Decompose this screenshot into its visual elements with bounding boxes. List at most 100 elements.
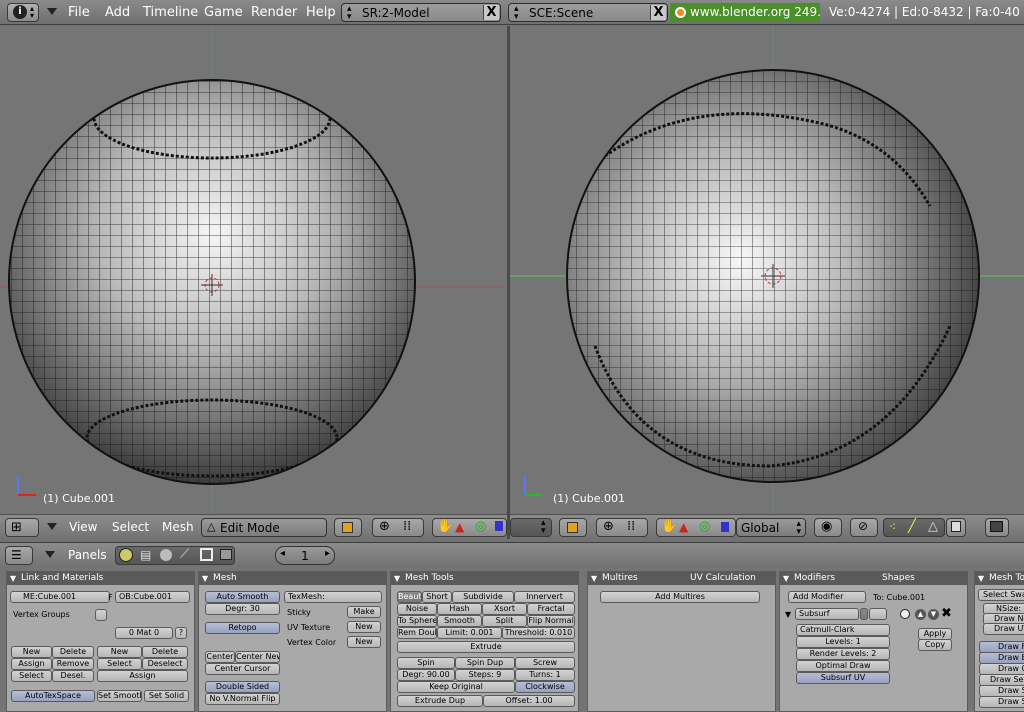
move-up-icon[interactable]: ▲ [915,609,926,620]
extrude-button[interactable]: Extrude [397,641,575,653]
modifier-cage-icon[interactable] [900,609,910,619]
vgroup-new-button[interactable]: New [11,646,52,658]
spin-button[interactable]: Spin [397,657,455,669]
collapse-triangle-icon[interactable]: ▼ [785,610,791,619]
3d-viewport-right[interactable]: (1) Cube.001 [510,26,1024,514]
material-select-button[interactable]: Select [97,658,142,670]
mode-dropdown[interactable]: △ Edit Mode [201,518,327,537]
3d-viewport-left[interactable]: (1) Cube.001 [0,26,507,514]
extrude-dup-button[interactable]: Extrude Dup [397,695,483,707]
innervert-button[interactable]: Innervert [514,591,575,603]
move-down-icon[interactable]: ▼ [928,609,939,620]
turns-field[interactable]: Turns: 1 [515,669,575,681]
menu-select[interactable]: Select [112,520,149,534]
material-new-button[interactable]: New [97,646,142,658]
vertex-color-new-button[interactable]: New [347,636,381,648]
screen-selector[interactable]: ▴ ▾ SR:2-Model X [341,3,501,22]
material-help-button[interactable]: ? [175,627,187,639]
noise-button[interactable]: Noise [397,603,437,615]
frame-counter[interactable]: ◂ 1 ▸ [275,546,335,565]
vgroup-assign-button[interactable]: Assign [11,658,52,670]
add-modifier-dropdown[interactable]: Add Modifier [788,591,866,603]
smooth-button[interactable]: Smooth [437,615,482,627]
manipulator-buttons[interactable]: ✋ ▲ ◎ [656,518,736,537]
collapse-menu-icon[interactable] [45,551,55,558]
panel-header[interactable]: ▼ Mesh [199,572,386,585]
mesh-name-field[interactable]: ME:Cube.001 [10,591,110,603]
set-smooth-button[interactable]: Set Smooth [97,690,142,702]
render-levels-field[interactable]: Render Levels: 2 [796,648,890,660]
center-cursor-button[interactable]: Center Cursor [205,663,280,675]
vgroup-deselect-button[interactable]: Desel. [52,670,94,682]
threshold-field[interactable]: Threshold: 0.010 [502,627,575,639]
center-button[interactable]: Center [205,651,235,663]
viewport-canvas[interactable] [510,26,1024,514]
vgroup-delete-button[interactable]: Delete [52,646,94,658]
modifier-visibility-toggles[interactable] [869,608,887,620]
sphere-mesh[interactable] [0,66,507,506]
sticky-make-button[interactable]: Make [347,606,381,618]
object-name-field[interactable]: OB:Cube.001 [115,591,190,603]
levels-field[interactable]: Levels: 1 [796,636,890,648]
draw-sharp-toggle[interactable]: Draw S [979,696,1024,708]
delete-modifier-icon[interactable]: ✖ [941,606,952,621]
material-index-field[interactable]: 0 Mat 0 [115,627,173,639]
material-assign-button[interactable]: Assign [97,670,188,682]
copy-button[interactable]: Copy [918,639,952,651]
steps-field[interactable]: Steps: 9 [455,669,515,681]
layer-dropdown[interactable]: ▴ ▾ [510,518,552,537]
vertex-group-menu[interactable] [95,609,107,621]
arrow-left-icon[interactable]: ◂ [280,548,285,559]
add-multires-button[interactable]: Add Multires [600,591,760,603]
menu-help[interactable]: Help [306,5,336,20]
material-delete-button[interactable]: Delete [142,646,188,658]
degree-field[interactable]: Degr: 90.00 [397,669,455,681]
menu-view[interactable]: View [69,520,97,534]
center-new-button[interactable]: Center New [235,651,280,663]
no-vnormal-flip-toggle[interactable]: No V.Normal Flip [205,693,280,705]
autotexspace-toggle[interactable]: AutoTexSpace [11,690,95,702]
menu-render[interactable]: Render [251,5,297,20]
retopo-toggle[interactable]: Retopo [205,622,280,634]
arrow-right-icon[interactable]: ▸ [325,548,330,559]
context-buttons[interactable]: ▤ ⟋ [115,546,235,565]
panel-header[interactable]: ▼ Multires UV Calculation [588,572,775,585]
select-swap-button[interactable]: Select Swap [978,589,1024,601]
set-solid-button[interactable]: Set Solid [144,690,189,702]
keep-original-toggle[interactable]: Keep Original [397,681,515,693]
tab-uv-calculation[interactable]: UV Calculation [684,572,762,585]
occlude-button[interactable] [946,518,966,537]
close-screen-icon[interactable]: X [483,5,499,20]
fake-user-toggle[interactable]: F [108,593,113,602]
xsort-button[interactable]: Xsort [482,603,527,615]
subdivision-type-dropdown[interactable]: Catmull-Clark [796,624,890,636]
screw-button[interactable]: Screw [515,657,575,669]
link-button[interactable]: ⊘ [850,518,878,537]
texmesh-field[interactable]: TexMesh: [284,591,382,603]
menu-game[interactable]: Game [204,5,243,20]
to-sphere-button[interactable]: To Sphere [397,615,437,627]
hash-button[interactable]: Hash [437,603,482,615]
fractal-button[interactable]: Fractal [527,603,575,615]
draw-type-button[interactable] [334,518,362,537]
clockwise-toggle[interactable]: Clockwise [515,681,575,693]
pivot-button[interactable]: ⊕ ⁞⁞ [596,518,648,537]
double-sided-toggle[interactable]: Double Sided [205,681,280,693]
split-button[interactable]: Split [482,615,527,627]
collapse-menu-icon[interactable] [47,523,57,530]
collapse-menu-icon[interactable] [47,8,57,15]
flip-normal-button[interactable]: Flip Normal [527,615,575,627]
spin-dup-button[interactable]: Spin Dup [455,657,515,669]
scene-selector[interactable]: ▴ ▾ SCE:Scene X [508,3,668,22]
panel-header[interactable]: ▼Mesh Tools [975,572,1024,585]
render-preview-button[interactable] [985,518,1009,537]
draw-type-button[interactable] [559,518,587,537]
optimal-draw-toggle[interactable]: Optimal Draw [796,660,890,672]
modifier-render-toggle[interactable] [860,608,868,620]
menu-file[interactable]: File [68,5,90,20]
window-type-button[interactable]: ⊞ [5,518,39,537]
panel-header[interactable]: ▼Mesh Tools [391,572,578,585]
menu-mesh[interactable]: Mesh [162,520,194,534]
panel-header[interactable]: ▼ Link and Materials [7,572,194,585]
blender-url[interactable]: www.blender.org 249.2 [670,3,820,22]
